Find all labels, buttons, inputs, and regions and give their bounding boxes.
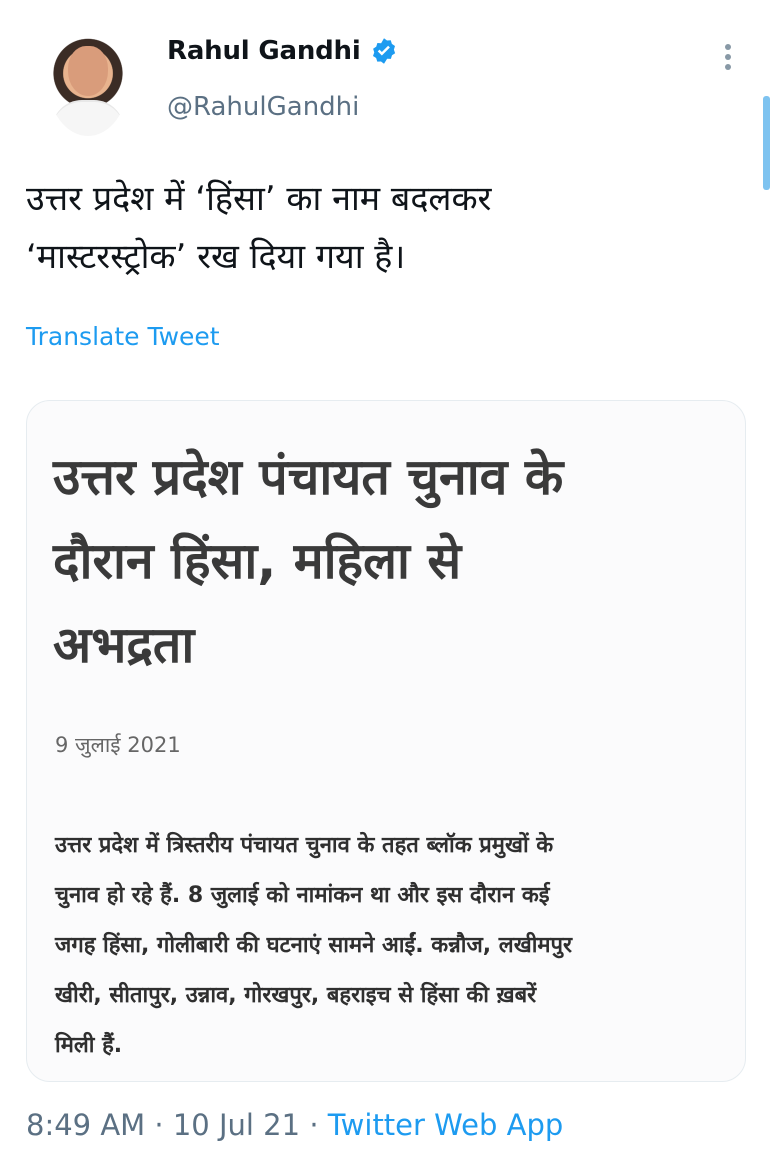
article-date: 9 जुलाई 2021 (55, 733, 181, 757)
author-handle[interactable]: @RahulGandhi (167, 92, 359, 122)
translate-tweet-link[interactable]: Translate Tweet (26, 322, 220, 351)
separator: · (154, 1108, 164, 1142)
separator: · (309, 1108, 319, 1142)
author-display-name[interactable]: Rahul Gandhi (167, 36, 361, 66)
tweet-source-link[interactable]: Twitter Web App (328, 1108, 564, 1142)
tweet-text: उत्तर प्रदेश में ‘हिंसा’ का नाम बदलकर ‘म… (26, 179, 492, 277)
verified-badge-icon (369, 36, 399, 66)
article-body: उत्तर प्रदेश में त्रिस्तरीय पंचायत चुनाव… (55, 833, 573, 1058)
tweet-metadata: 8:49 AM · 10 Jul 21 · Twitter Web App (26, 1108, 563, 1142)
article-headline: उत्तर प्रदेश पंचायत चुनाव के दौरान हिंसा… (53, 448, 564, 674)
avatar-face (68, 46, 108, 96)
embedded-article-card[interactable]: उत्तर प्रदेश पंचायत चुनाव के दौरान हिंसा… (26, 400, 746, 1082)
more-options-icon[interactable] (718, 42, 738, 72)
author-name-row[interactable]: Rahul Gandhi (167, 36, 399, 66)
avatar-shirt (52, 100, 124, 136)
tweet-header: Rahul Gandhi @RahulGandhi (0, 0, 770, 150)
avatar[interactable] (48, 28, 128, 136)
tweet-time[interactable]: 8:49 AM (26, 1108, 145, 1142)
tweet-date[interactable]: 10 Jul 21 (173, 1108, 300, 1142)
